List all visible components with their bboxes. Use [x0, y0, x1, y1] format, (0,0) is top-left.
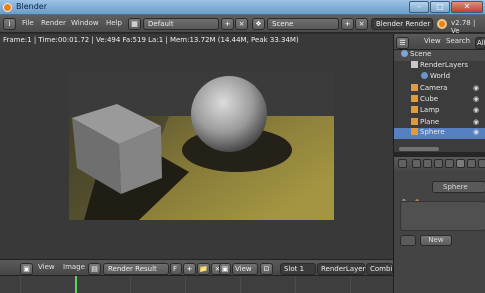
window-titlebar: Blender – □ ✕ — [0, 0, 485, 15]
properties-editor-icon[interactable] — [398, 159, 407, 168]
minimize-button[interactable]: – — [409, 1, 429, 13]
menu-image[interactable]: Image — [63, 263, 85, 271]
menu-render[interactable]: Render — [41, 19, 66, 27]
visibility-eye-icon[interactable]: ◉ — [473, 118, 479, 126]
render-layer-select[interactable]: RenderLayer — [317, 263, 365, 275]
outliner-item-sphere[interactable]: Sphere — [411, 128, 445, 139]
remove-layout-icon[interactable]: × — [235, 18, 248, 30]
material-browse-icon[interactable] — [400, 235, 416, 246]
outliner-display-select[interactable]: All — [475, 37, 485, 49]
new-material-button[interactable]: New — [420, 235, 452, 246]
maximize-button[interactable]: □ — [430, 1, 450, 13]
timeline-tick — [185, 276, 186, 293]
material-tab-icon[interactable] — [456, 159, 465, 168]
mesh-object-icon — [411, 118, 418, 125]
visibility-eye-icon[interactable]: ◉ — [473, 106, 479, 114]
outliner-item-label: Scene — [410, 50, 432, 58]
scene-icon — [401, 50, 408, 57]
outliner-item-renderlayers[interactable]: RenderLayers — [411, 61, 468, 72]
remove-scene-icon[interactable]: × — [355, 18, 368, 30]
menu-window[interactable]: Window — [71, 19, 99, 27]
material-slot-list[interactable] — [400, 201, 485, 231]
render-stats: Frame:1 | Time:00:01.72 | Ve:494 Fa:519 … — [3, 36, 299, 44]
context-object-label: Sphere — [443, 183, 468, 191]
visibility-eye-icon[interactable]: ◉ — [473, 128, 479, 136]
outliner-item-label: RenderLayers — [420, 61, 469, 69]
render-pass-select[interactable]: Combine — [366, 263, 393, 275]
fake-user-button[interactable]: F — [170, 263, 182, 275]
outliner-item-label: World — [430, 72, 451, 80]
outliner-item-scene[interactable]: Scene — [401, 50, 431, 61]
mesh-object-icon — [411, 95, 418, 102]
outliner-panel: ☰ View Search All Scene RenderLayers Wor… — [393, 34, 485, 152]
scene-tab-icon[interactable] — [423, 159, 432, 168]
outliner-item-world[interactable]: World — [421, 72, 450, 83]
outliner-item-label: Lamp — [420, 106, 440, 114]
screen-layout-icon[interactable]: ▦ — [128, 18, 141, 30]
window-title: Blender — [16, 2, 47, 11]
world-icon — [421, 72, 428, 79]
add-layout-icon[interactable]: + — [221, 18, 234, 30]
image-editor-type-icon[interactable]: ▣ — [20, 263, 33, 275]
view-mode-select[interactable]: View — [232, 263, 258, 275]
menu-view[interactable]: View — [38, 263, 55, 271]
timeline-tick — [350, 276, 351, 293]
visibility-eye-icon[interactable]: ◉ — [473, 95, 479, 103]
visibility-eye-icon[interactable]: ◉ — [473, 84, 479, 92]
screen-layout-field[interactable]: Default — [143, 18, 219, 30]
outliner-item-label: Cube — [420, 95, 439, 103]
timeline-tick — [20, 276, 21, 293]
menu-help[interactable]: Help — [106, 19, 122, 27]
outliner-item-cube[interactable]: Cube — [411, 95, 438, 106]
scene-icon[interactable]: ❖ — [252, 18, 265, 30]
open-image-icon[interactable]: 📁 — [197, 263, 210, 275]
world-tab-icon[interactable] — [434, 159, 443, 168]
render-layers-icon — [411, 61, 418, 68]
camera-object-icon — [411, 84, 418, 91]
outliner-scrollbar[interactable] — [399, 147, 439, 151]
slot-select[interactable]: Slot 1 — [280, 263, 316, 275]
render-viewport[interactable]: Frame:1 | Time:00:01.72 | Ve:494 Fa:519 … — [0, 34, 393, 259]
properties-tabs — [394, 157, 485, 171]
blender-app-icon — [3, 3, 12, 12]
menu-file[interactable]: File — [22, 19, 34, 27]
outliner-header: ☰ View Search All — [394, 34, 485, 50]
outliner-item-camera[interactable]: Camera — [411, 84, 447, 95]
timeline[interactable] — [0, 275, 393, 293]
pivot-icon[interactable]: ⊡ — [260, 263, 273, 275]
outliner-editor-icon[interactable]: ☰ — [396, 37, 409, 49]
view-mode-icon[interactable]: ▣ — [219, 263, 231, 275]
blender-logo-icon — [437, 19, 447, 29]
properties-panel: ✎ ❖ Sphere New — [393, 157, 485, 293]
info-header: i File Render Window Help ▦ Default + × … — [0, 15, 485, 35]
particles-tab-icon[interactable] — [478, 159, 485, 168]
render-engine-select[interactable]: Blender Render — [371, 18, 433, 30]
version-label: v2.78 | Ve — [451, 19, 476, 35]
editor-type-icon[interactable]: i — [3, 18, 16, 30]
lamp-object-icon — [411, 106, 418, 113]
outliner-item-label: Plane — [420, 118, 440, 126]
image-editor-header: ▣ View Image ▤ Render Result F + 📁 × ▣ V… — [0, 259, 393, 275]
timeline-tick — [130, 276, 131, 293]
close-button[interactable]: ✕ — [451, 1, 483, 13]
timeline-current-frame-cursor[interactable] — [75, 276, 77, 293]
context-object-field[interactable]: Sphere — [432, 181, 485, 193]
render-tab-icon[interactable] — [412, 159, 421, 168]
texture-tab-icon[interactable] — [467, 159, 476, 168]
outliner-item-lamp[interactable]: Lamp — [411, 106, 439, 117]
timeline-tick — [240, 276, 241, 293]
outliner-item-label: Sphere — [420, 128, 445, 136]
outliner-menu-search[interactable]: Search — [446, 37, 470, 45]
image-browse-icon[interactable]: ▤ — [88, 263, 101, 275]
timeline-tick — [295, 276, 296, 293]
image-name-field[interactable]: Render Result — [103, 263, 169, 275]
scene-field[interactable]: Scene — [267, 18, 339, 30]
outliner-item-label: Camera — [420, 84, 448, 92]
object-tab-icon[interactable] — [445, 159, 454, 168]
mesh-object-icon — [411, 128, 418, 135]
add-image-icon[interactable]: + — [183, 263, 196, 275]
render-result-image — [69, 72, 334, 220]
add-scene-icon[interactable]: + — [341, 18, 354, 30]
outliner-menu-view[interactable]: View — [424, 37, 441, 45]
